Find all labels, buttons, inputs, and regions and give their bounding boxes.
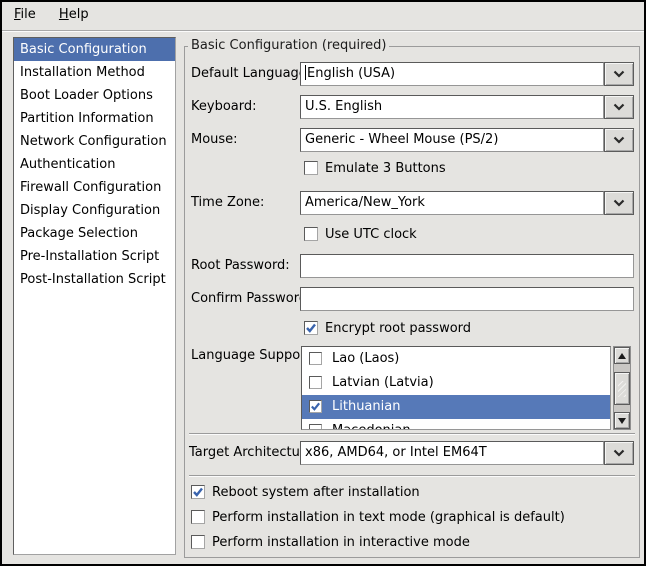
interactive-mode-checkbox[interactable]: [191, 535, 205, 549]
checkmark-icon: [192, 486, 204, 498]
root-password-label: Root Password:: [191, 254, 290, 278]
mouse-dropdown-button[interactable]: [604, 128, 634, 152]
language-support-list: Lao (Laos) Latvian (Latvia) Lithuanian M…: [301, 346, 611, 430]
arrow-up-icon: [618, 353, 626, 359]
interactive-mode-label: Perform installation in interactive mode: [212, 535, 470, 550]
sidebar-item-display-configuration[interactable]: Display Configuration: [14, 199, 175, 222]
sidebar-item-basic-configuration[interactable]: Basic Configuration: [14, 38, 175, 61]
sidebar-item-installation-method[interactable]: Installation Method: [14, 61, 175, 84]
frame-title: Basic Configuration (required): [188, 38, 389, 54]
language-checkbox[interactable]: [309, 424, 322, 430]
sidebar-item-package-selection[interactable]: Package Selection: [14, 222, 175, 245]
menu-bar: File Help: [2, 2, 644, 31]
language-checkbox[interactable]: [309, 352, 322, 365]
time-zone-dropdown-button[interactable]: [604, 191, 634, 215]
confirm-password-field[interactable]: [300, 287, 634, 311]
mouse-input[interactable]: Generic - Wheel Mouse (PS/2): [300, 128, 604, 152]
language-option-lithuanian[interactable]: Lithuanian: [302, 395, 610, 419]
kickstart-configurator-window: File Help Basic Configuration Installati…: [0, 0, 646, 566]
menu-help[interactable]: Help: [52, 2, 96, 27]
target-architecture-label: Target Architecture:: [189, 441, 317, 465]
keyboard-dropdown-button[interactable]: [604, 95, 634, 119]
separator: [189, 433, 635, 434]
chevron-down-icon: [613, 136, 625, 144]
sidebar-item-partition-information[interactable]: Partition Information: [14, 107, 175, 130]
time-zone-label: Time Zone:: [191, 191, 264, 215]
sidebar-item-network-configuration[interactable]: Network Configuration: [14, 130, 175, 153]
section-list: Basic Configuration Installation Method …: [13, 37, 176, 555]
language-option-macedonian[interactable]: Macedonian: [302, 419, 610, 430]
sidebar-item-firewall-configuration[interactable]: Firewall Configuration: [14, 176, 175, 199]
text-mode-checkbox[interactable]: [191, 510, 205, 524]
language-option-latvian[interactable]: Latvian (Latvia): [302, 371, 610, 395]
language-list-scrollbar[interactable]: [613, 346, 631, 430]
default-language-input[interactable]: English (USA): [300, 62, 604, 86]
sidebar-item-authentication[interactable]: Authentication: [14, 153, 175, 176]
target-architecture-input[interactable]: x86, AMD64, or Intel EM64T: [300, 441, 604, 465]
use-utc-clock-label: Use UTC clock: [325, 227, 417, 242]
default-language-label: Default Language:: [191, 62, 311, 86]
reboot-after-install-checkbox[interactable]: [191, 485, 205, 499]
scrollbar-down-button[interactable]: [614, 412, 630, 429]
scrollbar-up-button[interactable]: [614, 347, 630, 364]
checkmark-icon: [310, 401, 321, 412]
emulate-3-buttons-checkbox[interactable]: [304, 161, 318, 175]
encrypt-root-password-checkbox[interactable]: [304, 321, 318, 335]
sidebar-item-pre-installation-script[interactable]: Pre-Installation Script: [14, 245, 175, 268]
use-utc-clock-checkbox[interactable]: [304, 227, 318, 241]
mouse-label: Mouse:: [191, 128, 238, 152]
separator: [189, 475, 635, 476]
chevron-down-icon: [613, 449, 625, 457]
sidebar-item-boot-loader-options[interactable]: Boot Loader Options: [14, 84, 175, 107]
language-support-label: Language Support:: [191, 344, 315, 368]
keyboard-label: Keyboard:: [191, 95, 257, 119]
language-option-lao[interactable]: Lao (Laos): [302, 347, 610, 371]
checkmark-icon: [305, 322, 317, 334]
arrow-down-icon: [618, 418, 626, 424]
encrypt-root-password-label: Encrypt root password: [325, 321, 471, 336]
sidebar-item-post-installation-script[interactable]: Post-Installation Script: [14, 268, 175, 291]
keyboard-input[interactable]: U.S. English: [300, 95, 604, 119]
emulate-3-buttons-label: Emulate 3 Buttons: [325, 161, 446, 176]
basic-configuration-frame: Basic Configuration (required) Default L…: [184, 46, 640, 558]
default-language-dropdown-button[interactable]: [604, 62, 634, 86]
menu-file[interactable]: File: [7, 2, 43, 27]
language-checkbox[interactable]: [309, 400, 322, 413]
chevron-down-icon: [613, 103, 625, 111]
confirm-password-label: Confirm Password:: [191, 287, 311, 311]
reboot-after-install-label: Reboot system after installation: [212, 485, 420, 500]
chevron-down-icon: [613, 199, 625, 207]
text-mode-label: Perform installation in text mode (graph…: [212, 510, 565, 525]
chevron-down-icon: [613, 70, 625, 78]
scrollbar-thumb[interactable]: [614, 372, 630, 405]
root-password-field[interactable]: [300, 254, 634, 278]
text-caret: [305, 65, 306, 80]
time-zone-input[interactable]: America/New_York: [300, 191, 604, 215]
target-architecture-dropdown-button[interactable]: [604, 441, 634, 465]
language-checkbox[interactable]: [309, 376, 322, 389]
